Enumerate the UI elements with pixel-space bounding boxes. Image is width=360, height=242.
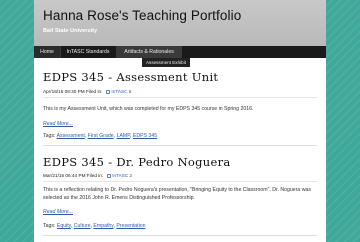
nav-item-intasc-standards[interactable]: InTASC Standards bbox=[60, 46, 116, 58]
site-description: Ball State University bbox=[43, 28, 98, 34]
read-more-link[interactable]: Read More... bbox=[43, 209, 73, 215]
page-container: Hanna Rose's Teaching Portfolio Ball Sta… bbox=[34, 0, 326, 242]
tag-link[interactable]: First Grade bbox=[88, 133, 114, 139]
tag-link[interactable]: Equity bbox=[57, 223, 71, 229]
tags-label: Tags: bbox=[43, 223, 56, 229]
post-category-link[interactable]: InTASC 2 bbox=[112, 173, 132, 178]
tag-link[interactable]: Empathy bbox=[93, 223, 113, 229]
post-title[interactable]: EDPS 345 - Dr. Pedro Noguera bbox=[43, 155, 231, 169]
post-title[interactable]: EDPS 345 - Assessment Unit bbox=[43, 70, 218, 84]
post-meta: Apr/18/16 08:30 PM Filed in: InTASC 6 bbox=[43, 89, 131, 94]
read-more-link[interactable]: Read More... bbox=[43, 121, 73, 127]
nav-item-home[interactable]: Home bbox=[34, 46, 60, 58]
tag-link[interactable]: Assessment bbox=[57, 133, 85, 139]
site-header: Hanna Rose's Teaching Portfolio Ball Sta… bbox=[34, 0, 326, 46]
post-excerpt: This is my Assessment Unit, which was co… bbox=[43, 106, 254, 112]
post-date: Mar/21/16 06:44 PM Filed in: bbox=[43, 173, 104, 178]
post-meta: Mar/21/16 06:44 PM Filed in: InTASC 2 bbox=[43, 173, 132, 178]
post-separator bbox=[43, 235, 317, 236]
meta-divider bbox=[43, 181, 317, 182]
tag-link[interactable]: Presentation bbox=[116, 223, 145, 229]
site-title[interactable]: Hanna Rose's Teaching Portfolio bbox=[43, 8, 241, 23]
submenu-item-assessment-exhibit[interactable]: Assessment Exhibit bbox=[142, 58, 190, 67]
post-tags: Tags: Equity, Culture, Empathy, Presenta… bbox=[43, 223, 146, 229]
post-excerpt: This is a reflection relating to Dr. Ped… bbox=[43, 187, 311, 201]
tag-link[interactable]: LAMP bbox=[117, 133, 130, 139]
post-date: Apr/18/16 08:30 PM Filed in: bbox=[43, 89, 103, 94]
tag-link[interactable]: EDPS 345 bbox=[133, 133, 157, 139]
category-icon bbox=[107, 173, 112, 178]
post-category-link[interactable]: InTASC 6 bbox=[111, 89, 131, 94]
main-nav: Home InTASC Standards Artifacts & Ration… bbox=[34, 46, 326, 58]
nav-item-artifacts-rationales[interactable]: Artifacts & Rationales bbox=[116, 46, 182, 58]
category-icon bbox=[106, 89, 111, 94]
meta-divider bbox=[43, 97, 317, 98]
post-tags: Tags: Assessment, First Grade, LAMP, EDP… bbox=[43, 133, 158, 139]
tags-label: Tags: bbox=[43, 133, 56, 139]
tag-link[interactable]: Culture bbox=[74, 223, 91, 229]
post-separator bbox=[43, 145, 317, 146]
